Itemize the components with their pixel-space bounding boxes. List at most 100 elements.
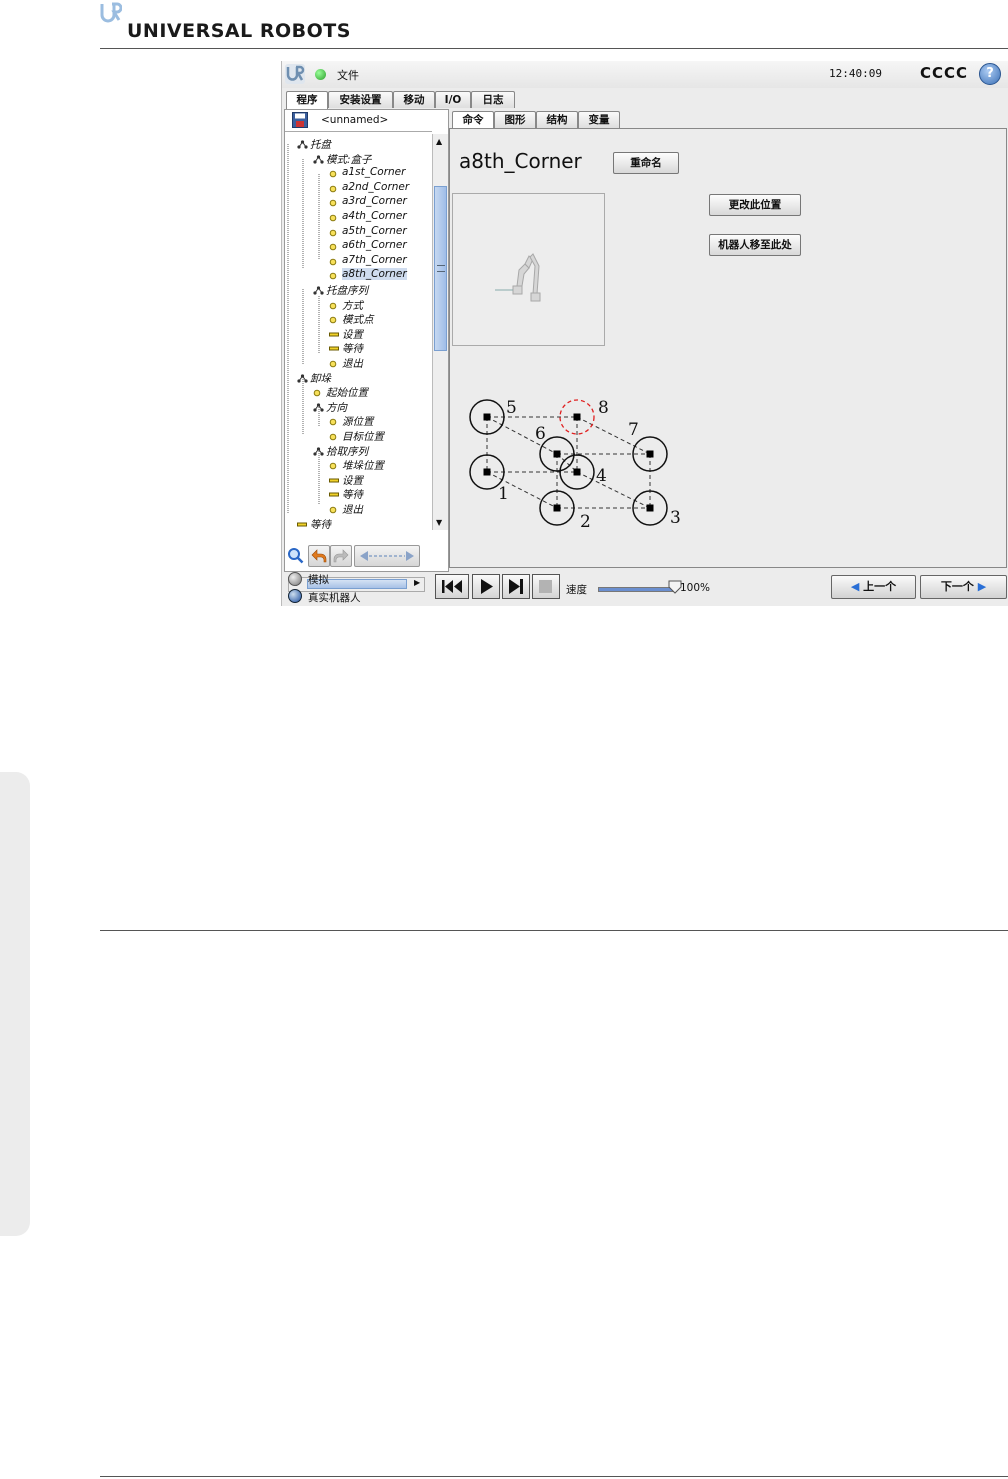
scroll-right-icon[interactable]: ▶ xyxy=(414,578,420,587)
sequence-icon xyxy=(313,285,324,298)
tree-node[interactable]: 设置 xyxy=(342,473,363,488)
undo-icon xyxy=(311,549,327,563)
scroll-down-icon[interactable]: ▼ xyxy=(436,518,442,527)
tree-node[interactable]: 退出 xyxy=(342,356,363,371)
tab-variables[interactable]: 变量 xyxy=(578,111,620,128)
change-position-button[interactable]: 更改此位置 xyxy=(709,194,801,216)
ur-logo-icon xyxy=(100,2,122,23)
tree-node[interactable]: 方向 xyxy=(326,400,347,415)
status-indicator-icon xyxy=(315,69,326,80)
file-menu[interactable]: 文件 xyxy=(337,67,359,83)
help-icon[interactable]: ? xyxy=(979,63,1001,85)
search-icon[interactable] xyxy=(287,547,304,564)
left-right-arrow-icon xyxy=(360,551,414,561)
waypoint-icon xyxy=(329,197,337,210)
brand-name: UNIVERSAL ROBOTS xyxy=(127,20,351,42)
tree-node[interactable]: a3rd_Corner xyxy=(342,195,407,207)
pattern-point xyxy=(483,468,491,476)
play-button[interactable] xyxy=(472,574,500,599)
tree-node[interactable]: 目标位置 xyxy=(342,429,384,444)
next-button[interactable]: 下一个 ▶ xyxy=(920,575,1007,599)
move-robot-here-button[interactable]: 机器人移至此处 xyxy=(709,234,801,256)
tab-io[interactable]: I/O xyxy=(435,91,471,108)
speed-label: 速度 xyxy=(566,584,587,596)
scroll-up-icon[interactable]: ▲ xyxy=(436,137,442,146)
wait-icon xyxy=(329,343,339,356)
tree-node[interactable]: 堆垛位置 xyxy=(342,458,384,473)
waypoint-icon xyxy=(329,256,337,269)
polyscope-window: 文件 12:40:09 CCCC ? 程序 安装设置 移动 I/O 日志 <un… xyxy=(281,61,1008,606)
pattern-label: 8 xyxy=(598,398,609,418)
tree-node[interactable]: 等待 xyxy=(342,341,363,356)
speed-slider[interactable] xyxy=(598,587,677,592)
pattern-point xyxy=(646,504,654,512)
tree-node[interactable]: a7th_Corner xyxy=(342,254,407,266)
tree-node[interactable]: a5th_Corner xyxy=(342,225,407,237)
waypoint-icon xyxy=(329,460,337,473)
pallet-icon xyxy=(297,373,308,386)
tree-scroll-thumb[interactable] xyxy=(434,186,447,351)
tab-move[interactable]: 移动 xyxy=(393,91,435,108)
waypoint-icon xyxy=(313,387,321,400)
tree-node[interactable]: 设置 xyxy=(342,327,363,342)
tree-toolbar xyxy=(284,545,449,567)
robot-arm-icon xyxy=(495,253,541,302)
tree-node[interactable]: 卸垛 xyxy=(310,371,331,386)
previous-button[interactable]: ◀ 上一个 xyxy=(831,575,916,599)
tree-node[interactable]: 拾取序列 xyxy=(326,444,368,459)
rewind-button[interactable] xyxy=(435,574,469,599)
tree-node[interactable]: a4th_Corner xyxy=(342,210,407,222)
stop-button[interactable] xyxy=(532,574,560,599)
side-thumb-tab xyxy=(0,772,30,1236)
pattern-point xyxy=(646,450,654,458)
next-label: 下一个 xyxy=(940,580,974,593)
tab-log[interactable]: 日志 xyxy=(471,91,515,108)
node-title: a8th_Corner xyxy=(459,149,582,173)
program-tree[interactable]: 托盘 模式:盒子 a1st_Corner a2nd_Corner a3rd_Corner… xyxy=(285,134,432,554)
tree-node[interactable]: 模式点 xyxy=(342,312,374,327)
tab-command[interactable]: 命令 xyxy=(452,111,494,129)
step-icon xyxy=(509,579,523,594)
real-robot-radio[interactable] xyxy=(288,589,302,603)
tree-node[interactable]: a1st_Corner xyxy=(342,166,405,178)
tree-node[interactable]: 起始位置 xyxy=(326,385,368,400)
tree-node[interactable]: 方式 xyxy=(342,298,363,313)
pattern-point xyxy=(483,413,491,421)
tree-node[interactable]: 托盘序列 xyxy=(326,283,368,298)
section-rule xyxy=(100,930,1008,931)
tab-installation[interactable]: 安装设置 xyxy=(328,91,393,108)
undo-button[interactable] xyxy=(308,545,330,567)
set-icon xyxy=(329,475,339,488)
tree-node[interactable]: 退出 xyxy=(342,502,363,517)
redo-button[interactable] xyxy=(330,545,352,567)
tab-graphics[interactable]: 图形 xyxy=(494,111,536,128)
speed-value: 100% xyxy=(680,582,711,594)
waypoint-icon xyxy=(329,227,337,240)
tree-node[interactable]: 模式:盒子 xyxy=(326,152,372,167)
command-panel: a8th_Corner 重命名 更改此位置 机器人移至此处 12345678 xyxy=(449,128,1007,568)
simulation-radio[interactable] xyxy=(288,572,302,586)
tree-vertical-scrollbar[interactable]: ▲ ▼ xyxy=(432,134,448,530)
pattern-point xyxy=(573,413,581,421)
tab-program[interactable]: 程序 xyxy=(286,91,328,109)
tree-node[interactable]: a6th_Corner xyxy=(342,239,407,251)
tree-node[interactable]: 托盘 xyxy=(310,137,331,152)
simulation-label: 模拟 xyxy=(308,574,329,586)
tree-node[interactable]: a2nd_Corner xyxy=(342,181,409,193)
tree-node[interactable]: 等待 xyxy=(310,517,331,532)
tree-node[interactable]: 等待 xyxy=(342,487,363,502)
step-button[interactable] xyxy=(502,574,530,599)
tree-node[interactable]: 源位置 xyxy=(342,414,374,429)
waypoint-icon xyxy=(329,270,337,283)
pattern-point xyxy=(553,504,561,512)
set-icon xyxy=(329,329,339,342)
rewind-icon xyxy=(442,580,462,593)
save-icon[interactable] xyxy=(292,112,308,128)
rename-button[interactable]: 重命名 xyxy=(613,152,679,174)
tree-node[interactable]: a8th_Corner xyxy=(342,268,407,281)
move-node-button[interactable] xyxy=(354,545,420,567)
robot-3d-view[interactable] xyxy=(452,193,605,346)
ur-app-icon[interactable] xyxy=(285,64,305,84)
tab-structure[interactable]: 结构 xyxy=(536,111,578,128)
pattern-label: 6 xyxy=(535,424,546,444)
